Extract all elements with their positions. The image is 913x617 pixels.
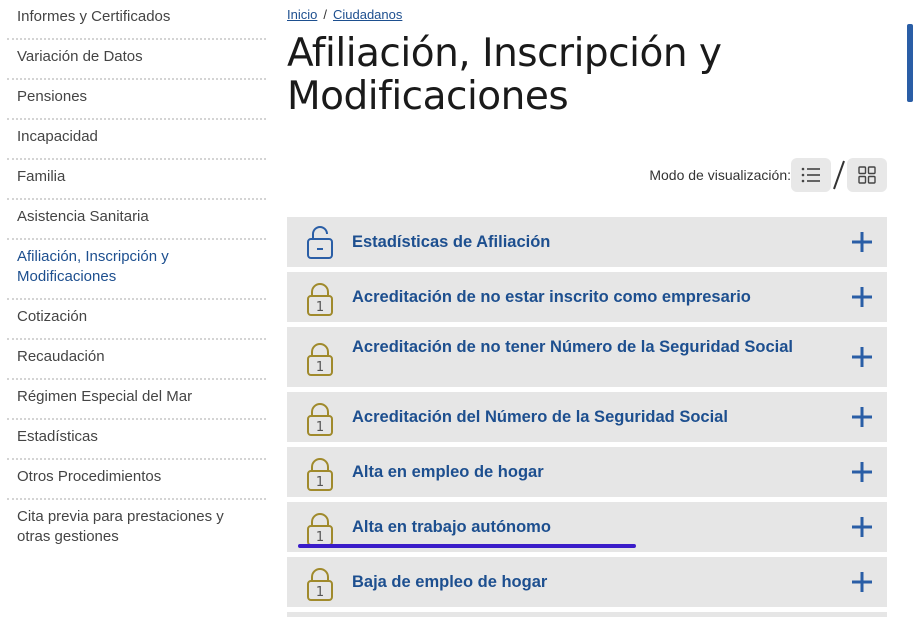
view-mode-selector: Modo de visualización: (649, 157, 887, 193)
page-title: Afiliación, Inscripción y Modificaciones (287, 31, 722, 119)
procedure-title: Alta en empleo de hogar (352, 463, 544, 481)
access-level-number: 1 (316, 420, 324, 435)
sidebar-nav: Informes y Certificados Variación de Dat… (7, 0, 266, 560)
access-level-number: 1 (316, 475, 324, 490)
sidebar-item-variacion-datos[interactable]: Variación de Datos (7, 40, 266, 80)
procedure-title: Acreditación de no tener Número de la Se… (352, 338, 794, 356)
sidebar-item-pensiones[interactable]: Pensiones (7, 80, 266, 120)
expand-plus-icon[interactable] (852, 407, 872, 427)
lock-icon: 1 (307, 343, 333, 376)
expand-plus-icon[interactable] (852, 347, 872, 367)
access-level-number: 1 (316, 530, 324, 545)
list-icon (801, 167, 820, 183)
expand-plus-icon[interactable] (852, 232, 872, 252)
procedure-title: Acreditación de no estar inscrito como e… (352, 288, 751, 306)
sidebar-item-informes[interactable]: Informes y Certificados (7, 0, 266, 40)
procedure-row-estadisticas-afiliacion[interactable]: Estadísticas de Afiliación (287, 217, 887, 267)
sidebar-item-otros-procedimientos[interactable]: Otros Procedimientos (7, 460, 266, 500)
procedure-row-baja-empleo-hogar[interactable]: 1 Baja de empleo de hogar (287, 557, 887, 607)
breadcrumb-ciudadanos-link[interactable]: Ciudadanos (333, 7, 402, 22)
procedure-row-no-inscrito-empresario[interactable]: 1 Acreditación de no estar inscrito como… (287, 272, 887, 322)
expand-plus-icon[interactable] (852, 517, 872, 537)
grid-view-button[interactable] (847, 158, 887, 192)
access-level-number: 1 (316, 300, 324, 315)
lock-icon: 1 (307, 403, 333, 436)
procedure-row-no-tener-nss[interactable]: 1 Acreditación de no tener Número de la … (287, 327, 887, 387)
sidebar-item-regimen-mar[interactable]: Régimen Especial del Mar (7, 380, 266, 420)
procedure-title: Baja de empleo de hogar (352, 573, 548, 591)
sidebar-item-cotizacion[interactable]: Cotización (7, 300, 266, 340)
scrollbar-thumb[interactable] (907, 24, 913, 102)
access-level-number: 1 (316, 360, 324, 375)
sidebar-item-afiliacion[interactable]: Afiliación, Inscripción y Modificaciones (7, 240, 266, 300)
sidebar-item-estadisticas[interactable]: Estadísticas (7, 420, 266, 460)
access-level-number: 1 (316, 585, 324, 600)
expand-plus-icon[interactable] (852, 287, 872, 307)
view-mode-label: Modo de visualización: (649, 167, 791, 183)
lock-icon: 1 (307, 458, 333, 491)
procedure-row-partial[interactable] (287, 612, 887, 617)
highlight-underline (298, 544, 636, 548)
sidebar-item-incapacidad[interactable]: Incapacidad (7, 120, 266, 160)
unlock-icon (307, 226, 333, 259)
procedure-list: Estadísticas de Afiliación 1 Acreditació… (287, 217, 887, 617)
procedure-title: Acreditación del Número de la Seguridad … (352, 408, 728, 426)
sidebar-item-familia[interactable]: Familia (7, 160, 266, 200)
breadcrumb: Inicio / Ciudadanos (287, 7, 402, 22)
lock-icon: 1 (307, 513, 333, 546)
breadcrumb-home-link[interactable]: Inicio (287, 7, 317, 22)
grid-icon (858, 166, 876, 184)
view-mode-separator (831, 158, 847, 192)
sidebar-item-cita-previa[interactable]: Cita previa para prestaciones y otras ge… (7, 500, 266, 560)
procedure-title: Alta en trabajo autónomo (352, 518, 551, 536)
procedure-row-numero-ss[interactable]: 1 Acreditación del Número de la Segurida… (287, 392, 887, 442)
sidebar-item-asistencia-sanitaria[interactable]: Asistencia Sanitaria (7, 200, 266, 240)
lock-icon: 1 (307, 568, 333, 601)
procedure-title: Estadísticas de Afiliación (352, 233, 551, 251)
list-view-button[interactable] (791, 158, 831, 192)
breadcrumb-separator: / (323, 7, 327, 22)
expand-plus-icon[interactable] (852, 572, 872, 592)
procedure-row-alta-empleo-hogar[interactable]: 1 Alta en empleo de hogar (287, 447, 887, 497)
expand-plus-icon[interactable] (852, 462, 872, 482)
sidebar-item-recaudacion[interactable]: Recaudación (7, 340, 266, 380)
lock-icon: 1 (307, 283, 333, 316)
